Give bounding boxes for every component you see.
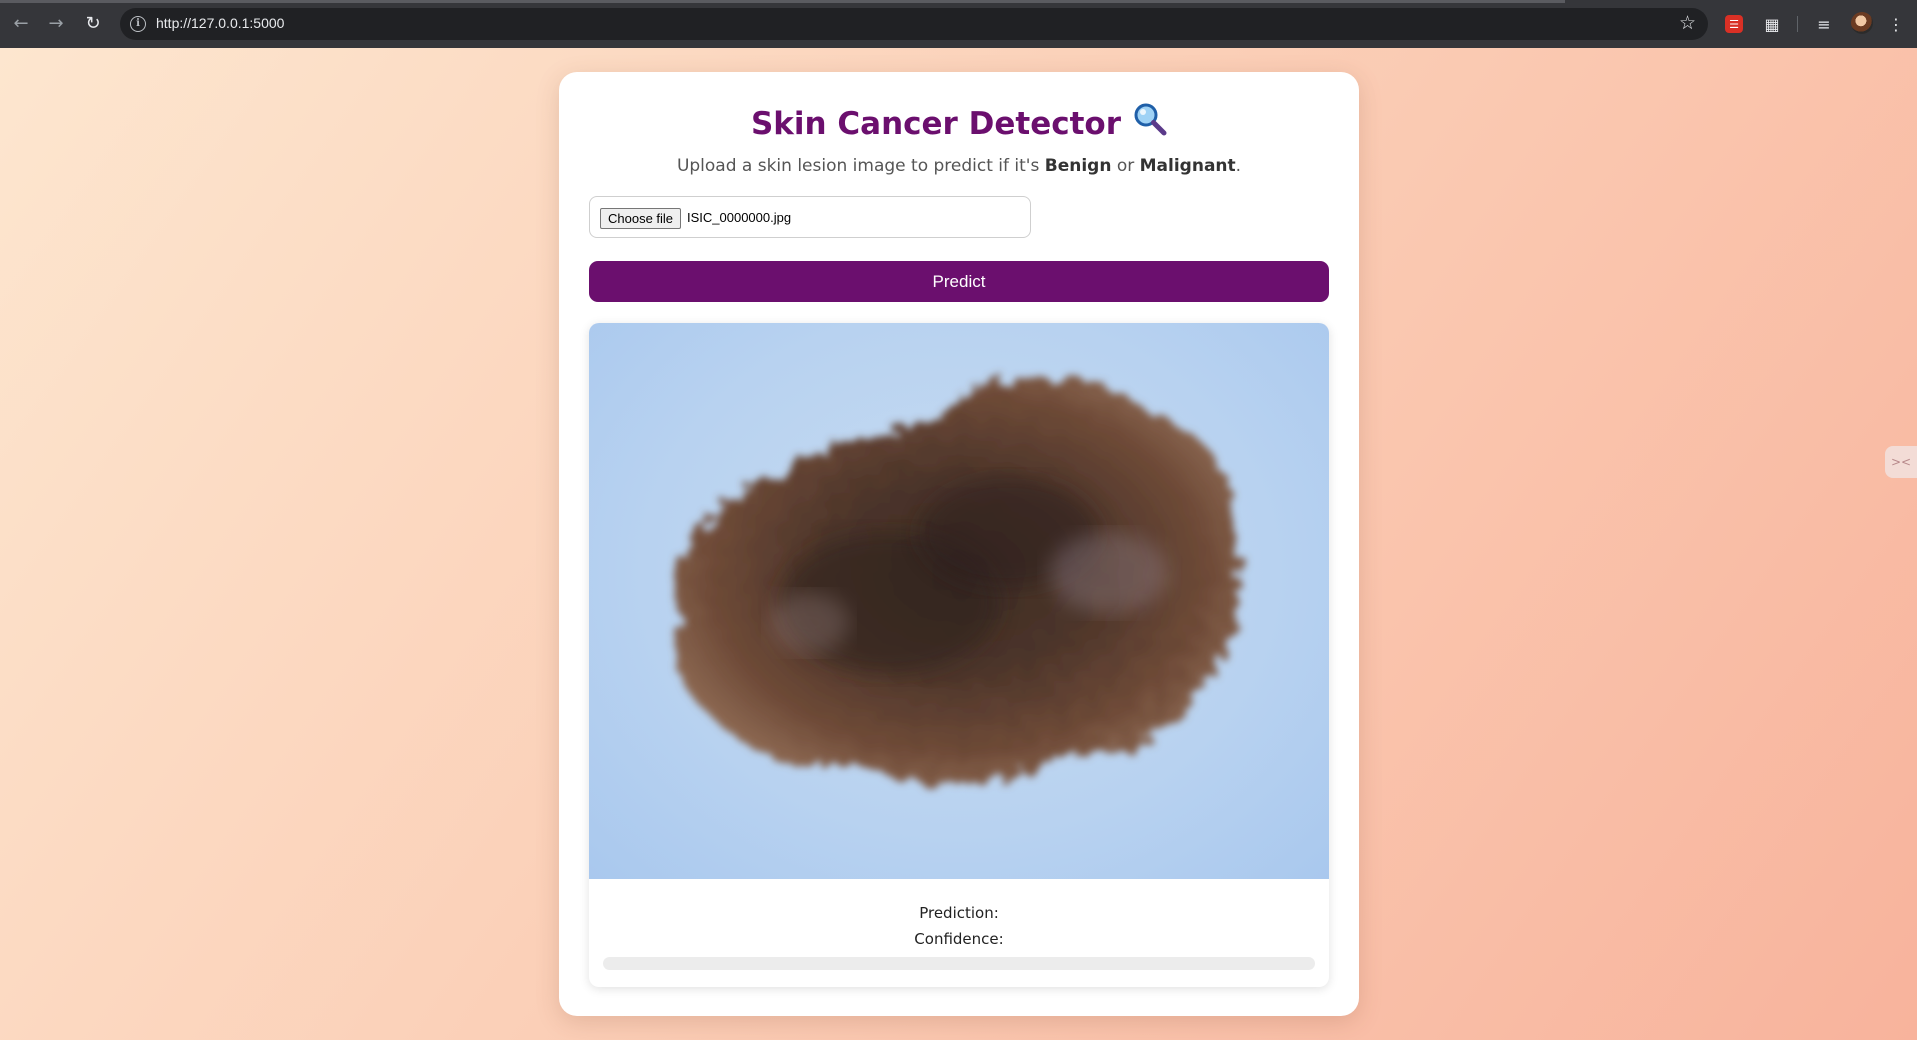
site-info-icon[interactable]: i (130, 16, 146, 32)
page-background: Skin Cancer Detector Upload a skin lesio… (0, 48, 1917, 1040)
address-url[interactable]: http://127.0.0.1:5000 (156, 15, 284, 31)
prediction-label: Prediction: (919, 904, 999, 922)
address-bar[interactable]: i http://127.0.0.1:5000 ☆ (120, 8, 1708, 40)
browser-toolbar: ← → ↻ i http://127.0.0.1:5000 ☆ ☰ ▦ ≡ ⋮ (0, 0, 1917, 48)
file-input[interactable]: Choose file ISIC_0000000.jpg (589, 196, 1031, 238)
confidence-row: Confidence: (589, 930, 1329, 948)
malignant-label: Malignant (1139, 156, 1236, 176)
confidence-progress-bar (603, 957, 1315, 970)
profile-avatar[interactable] (1851, 12, 1873, 34)
toolbar-divider (1797, 16, 1798, 32)
forward-icon[interactable]: → (43, 11, 69, 37)
confidence-label: Confidence: (914, 930, 1004, 948)
benign-label: Benign (1044, 156, 1112, 176)
title-text: Skin Cancer Detector (750, 106, 1122, 142)
media-controls-icon[interactable]: ≡ (1812, 12, 1836, 36)
page-load-indicator (0, 0, 1565, 3)
choose-file-button[interactable]: Choose file (600, 208, 682, 229)
page-subtitle: Upload a skin lesion image to predict if… (559, 156, 1359, 176)
magnifying-glass-icon (1133, 102, 1167, 144)
extensions-puzzle-icon[interactable]: ▦ (1760, 12, 1784, 36)
detector-card: Skin Cancer Detector Upload a skin lesio… (559, 72, 1359, 1016)
result-panel: Prediction: Confidence: (589, 323, 1329, 987)
back-icon[interactable]: ← (8, 11, 34, 37)
page-title: Skin Cancer Detector (559, 102, 1359, 144)
bookmark-star-icon[interactable]: ☆ (1679, 12, 1696, 34)
uploaded-lesion-image (589, 323, 1329, 879)
browser-menu-icon[interactable]: ⋮ (1884, 12, 1908, 36)
subtitle-text: Upload a skin lesion image to predict if… (676, 156, 1045, 176)
predict-button[interactable]: Predict (589, 261, 1329, 302)
subtitle-period: . (1235, 156, 1242, 176)
side-panel-tab-icon[interactable]: >< (1885, 446, 1917, 478)
subtitle-or: or (1111, 156, 1140, 176)
extension-red-icon[interactable]: ☰ (1725, 15, 1743, 33)
reload-icon[interactable]: ↻ (80, 11, 106, 37)
prediction-row: Prediction: (589, 904, 1329, 922)
selected-file-name: ISIC_0000000.jpg (687, 210, 792, 225)
